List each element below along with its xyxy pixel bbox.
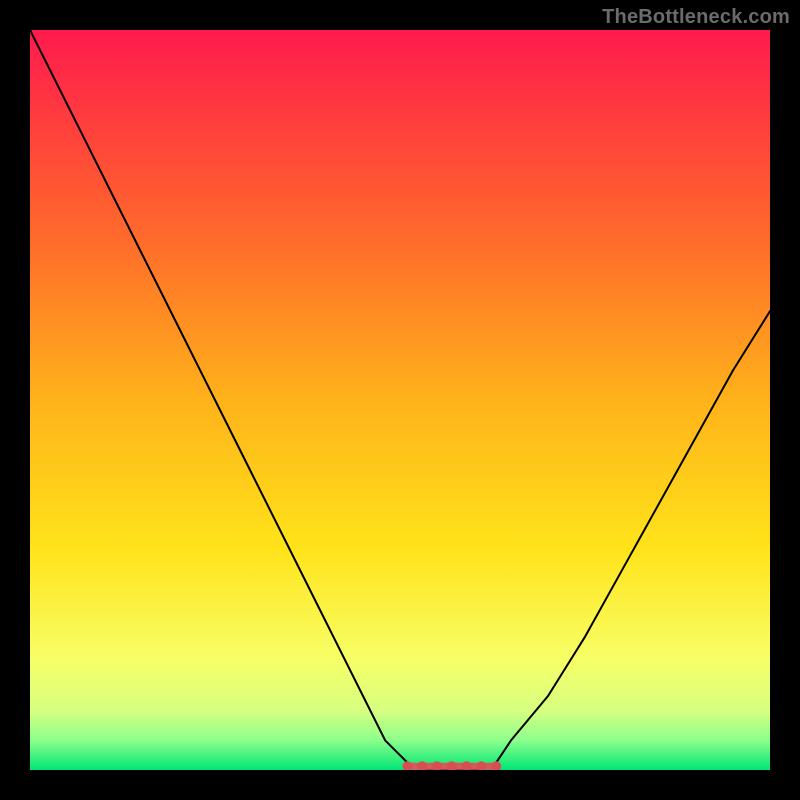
gradient-background bbox=[30, 30, 770, 770]
watermark-text: TheBottleneck.com bbox=[602, 6, 790, 29]
chart-svg bbox=[30, 30, 770, 770]
chart-frame: TheBottleneck.com bbox=[0, 0, 800, 800]
plot-area bbox=[30, 30, 770, 770]
